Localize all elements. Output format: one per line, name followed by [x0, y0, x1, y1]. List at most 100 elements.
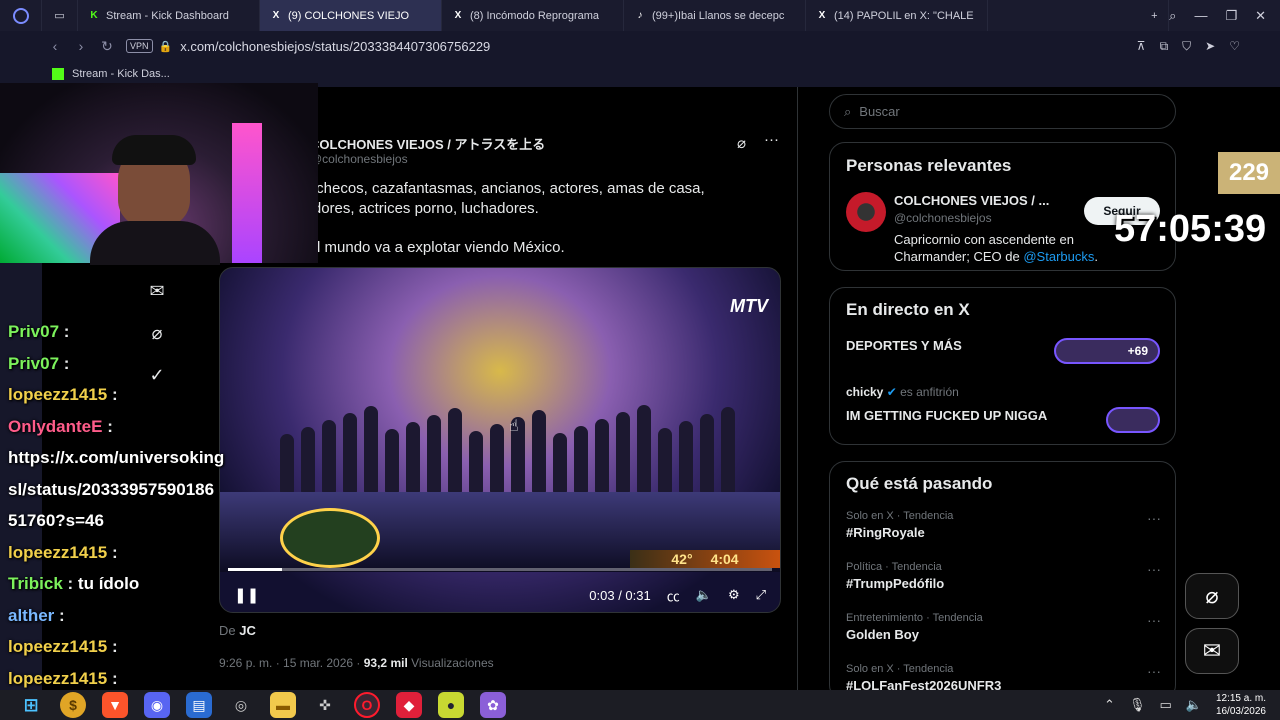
more-icon[interactable]: ···: [1147, 510, 1161, 526]
bio-link[interactable]: @Starbucks: [1023, 249, 1094, 264]
address-bar: ‹ › ↻ VPN 🔒 x.com/colchonesbiejos/status…: [42, 31, 1280, 61]
tweet-text: Frikis, checos, cazafantasmas, ancianos,…: [272, 179, 705, 258]
search-input[interactable]: ⌕ Buscar: [829, 94, 1176, 129]
workspace-icon[interactable]: ▭: [42, 0, 78, 31]
coin-app-icon[interactable]: $: [60, 692, 86, 718]
dancer: [490, 424, 504, 494]
trend-item[interactable]: Entretenimiento · Tendencia Golden Boy ···: [846, 612, 1161, 642]
search-tabs-icon[interactable]: ⌕: [1169, 8, 1176, 24]
video-player[interactable]: MTV 42° 4:04 ❚❚ 0:03 / 0:31 ㏄ 🔈 ⚙ ⤢: [219, 267, 781, 613]
chevron-up-icon[interactable]: ⌃: [1104, 697, 1115, 713]
back-icon[interactable]: ‹: [42, 38, 68, 54]
dancer: [574, 426, 588, 494]
app-red-icon[interactable]: ◆: [396, 692, 422, 718]
tweet-author-name[interactable]: COLCHONES VIEJOS / アトラスを上る: [310, 134, 545, 153]
chat-username: Tribick: [8, 574, 63, 593]
snapshot-icon[interactable]: ⧉: [1160, 39, 1169, 54]
tab-label: (9) COLCHONES VIEJO: [288, 9, 410, 22]
more-icon[interactable]: ···: [1147, 612, 1161, 628]
tab-label: (99+)Ibai Llanos se decepc: [652, 9, 785, 22]
obs-icon[interactable]: ◎: [228, 692, 254, 718]
pin-icon[interactable]: ⊼: [1137, 39, 1146, 54]
messages-fab[interactable]: ✉: [1185, 628, 1239, 674]
chat-username: alther: [8, 605, 55, 625]
live-avatars[interactable]: +69: [1054, 338, 1160, 364]
dancer: [427, 415, 441, 494]
heart-icon[interactable]: ♡: [1229, 39, 1240, 54]
trend-item[interactable]: Solo en X · Tendencia #RingRoyale ···: [846, 510, 1161, 540]
volume-icon[interactable]: 🔈: [696, 587, 712, 603]
dancer: [280, 434, 294, 494]
reload-icon[interactable]: ↻: [94, 38, 120, 55]
tweet-views-label: Visualizaciones: [411, 656, 494, 670]
streamer-hair: [112, 135, 196, 165]
files-icon[interactable]: ▬: [270, 692, 296, 718]
bio-line: Charmander; CEO de: [894, 249, 1020, 264]
tab-0[interactable]: K Stream - Kick Dashboard: [78, 0, 260, 31]
grok-icon[interactable]: ⌀: [737, 134, 746, 152]
maximize-icon[interactable]: ❐: [1225, 8, 1237, 24]
network-icon[interactable]: ▭: [1159, 697, 1171, 713]
dancer: [553, 433, 567, 494]
app-green-icon[interactable]: ●: [438, 692, 464, 718]
gamepad-icon[interactable]: ✜: [312, 692, 338, 718]
vpn-badge[interactable]: VPN: [126, 39, 153, 53]
relevant-handle[interactable]: @colchonesbiejos: [894, 211, 992, 225]
chat-separator: :: [59, 322, 70, 341]
more-icon[interactable]: ···: [1147, 663, 1161, 679]
store-icon[interactable]: ▤: [186, 692, 212, 718]
send-icon[interactable]: ➤: [1205, 39, 1215, 54]
chat-separator: :: [107, 637, 118, 656]
chat-message: 51760?s=46: [8, 511, 104, 531]
live-host: chicky ✔ es anfitrión: [846, 385, 959, 399]
settings-icon[interactable]: ⚙: [728, 587, 740, 603]
streamer-body: [90, 221, 220, 265]
dancer: [532, 410, 546, 494]
new-tab-button[interactable]: +: [1141, 0, 1170, 31]
volume-icon[interactable]: 🔈: [1186, 697, 1202, 713]
trend-item[interactable]: Solo en X · Tendencia #LOLFanFest2026UNFR…: [846, 663, 1161, 693]
opera-icon[interactable]: O: [354, 692, 380, 718]
grok-fab[interactable]: ⌀: [1185, 573, 1239, 619]
trend-item[interactable]: Política · Tendencia #TrumpPedófilo ···: [846, 561, 1161, 591]
shield-icon[interactable]: ⛉: [1182, 39, 1191, 54]
relevant-name[interactable]: COLCHONES VIEJOS / ...: [894, 193, 1049, 208]
forward-icon[interactable]: ›: [68, 38, 94, 54]
dancer: [301, 427, 315, 494]
chat-message: sl/status/20333957590186: [8, 480, 214, 500]
video-time: 0:03 / 0:31: [589, 587, 651, 603]
avatar[interactable]: [846, 192, 886, 232]
video-progress[interactable]: [228, 568, 772, 571]
chat-username: lopeezz1415: [8, 385, 108, 404]
windows-start-icon[interactable]: ⊞: [18, 692, 44, 718]
brave-icon[interactable]: ▼: [102, 692, 128, 718]
close-icon[interactable]: ✕: [1255, 8, 1266, 24]
clock[interactable]: 12:15 a. m. 16/03/2026: [1216, 692, 1266, 718]
tab-4[interactable]: X (14) PAPOLIL en X: "CHALE: [806, 0, 988, 31]
tweet-handle[interactable]: @colchonesbiejos: [310, 152, 408, 166]
dancer: [658, 428, 672, 494]
tab-2[interactable]: X (8) Incómodo Reprograma: [442, 0, 624, 31]
bookmark-kick[interactable]: Stream - Kick Das...: [72, 68, 170, 80]
taskbar: ⊞ $ ▼ ◉ ▤ ◎ ▬ ✜ O ◆ ● ✿ ⌃ 🎙 ▭ 🔈 12:15 a.…: [0, 690, 1280, 720]
more-icon[interactable]: ···: [764, 131, 779, 148]
tweet-text-line: Todo el mundo va a explotar viendo Méxic…: [272, 239, 565, 256]
tab-1[interactable]: X (9) COLCHONES VIEJO: [260, 0, 442, 31]
more-icon[interactable]: ···: [1147, 561, 1161, 577]
tab-3[interactable]: ♪ (99+)Ibai Llanos se decepc: [624, 0, 806, 31]
url-field[interactable]: x.com/colchonesbiejos/status/20333844073…: [180, 39, 490, 54]
live-host-name[interactable]: chicky: [846, 385, 883, 399]
live-panel: En directo en X DEPORTES Y MÁS +69 chick…: [829, 287, 1176, 445]
live-space-title[interactable]: DEPORTES Y MÁS: [846, 338, 962, 353]
app-purple-icon[interactable]: ✿: [480, 692, 506, 718]
minimize-icon[interactable]: —: [1194, 8, 1207, 24]
relevant-people-panel: Personas relevantes COLCHONES VIEJOS / .…: [829, 142, 1176, 271]
fullscreen-icon[interactable]: ⤢: [756, 587, 766, 603]
opera-logo-icon[interactable]: [0, 0, 42, 31]
captions-icon[interactable]: ㏄: [667, 586, 680, 605]
discord-icon[interactable]: ◉: [144, 692, 170, 718]
live-space-title[interactable]: IM GETTING FUCKED UP NIGGA: [846, 408, 1047, 423]
live-avatars[interactable]: [1106, 407, 1160, 433]
chat-message: lopeezz1415 :: [8, 637, 118, 657]
mic-icon[interactable]: 🎙: [1129, 697, 1146, 713]
